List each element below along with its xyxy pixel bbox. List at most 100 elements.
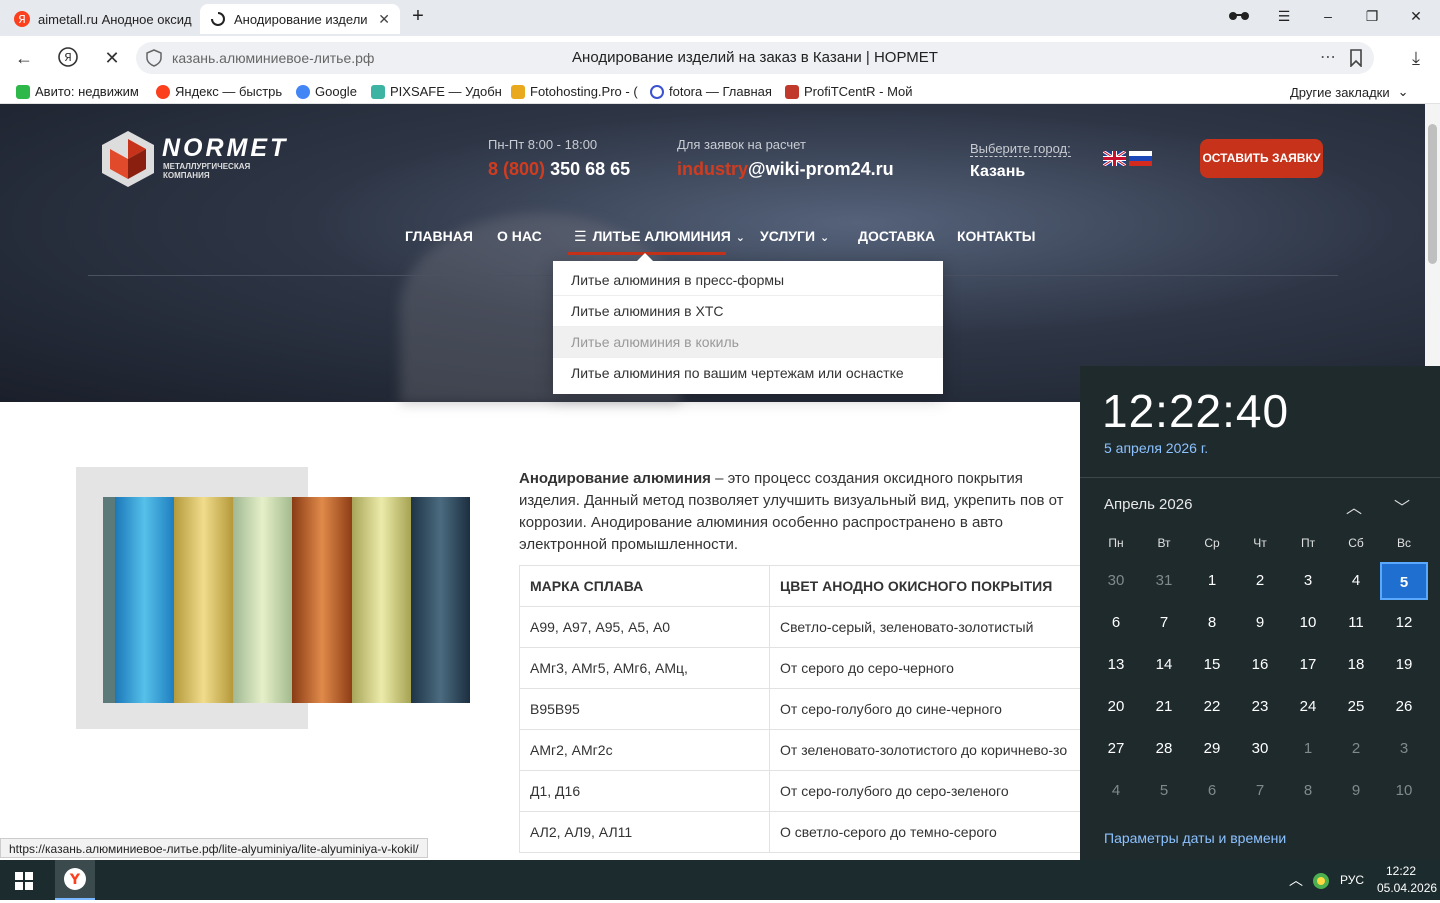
calendar-day[interactable]: 11 <box>1332 604 1380 642</box>
uk-flag-icon[interactable] <box>1102 149 1127 171</box>
calendar-day[interactable]: 23 <box>1236 688 1284 726</box>
calendar-day[interactable]: 19 <box>1380 646 1428 684</box>
calendar-day[interactable]: 14 <box>1140 646 1188 684</box>
calendar-day[interactable]: 25 <box>1332 688 1380 726</box>
nav-contacts[interactable]: КОНТАКТЫ <box>957 228 1035 244</box>
calendar-day[interactable]: 29 <box>1188 730 1236 768</box>
windows-start-icon[interactable] <box>15 872 33 895</box>
calendar-day[interactable]: 7 <box>1140 604 1188 642</box>
bookmark-profitcentr[interactable]: ProfiTCentR - Мой <box>785 84 913 99</box>
nav-services[interactable]: УСЛУГИ ⌄ <box>760 228 829 244</box>
bookmark-fotora[interactable]: fotora — Главная <box>650 84 772 99</box>
yandex-favicon-icon: Я <box>14 11 30 27</box>
calendar-day[interactable]: 20 <box>1092 688 1140 726</box>
dropdown-item-kokil[interactable]: Литье алюминия в кокиль <box>553 327 943 358</box>
bookmark-icon[interactable] <box>1349 49 1363 72</box>
calendar-day[interactable]: 27 <box>1092 730 1140 768</box>
address-bar[interactable]: казань.алюминиевое-литье.рф Анодирование… <box>136 42 1374 74</box>
nav-delivery[interactable]: ДОСТАВКА <box>858 228 935 244</box>
calendar-day[interactable]: 24 <box>1284 688 1332 726</box>
dropdown-item-press-molds[interactable]: Литье алюминия в пресс-формы <box>553 265 943 296</box>
language-indicator[interactable]: РУС <box>1340 873 1364 887</box>
incognito-glasses-icon[interactable] <box>1228 8 1249 24</box>
bookmark-avito[interactable]: Авито: недвижим <box>16 84 139 99</box>
bookmark-yandex[interactable]: Яндекс — быстрь <box>156 84 282 99</box>
clock-date-link[interactable]: 5 апреля 2026 г. <box>1104 440 1208 456</box>
city-label[interactable]: Выберите город: <box>970 141 1071 157</box>
close-window-icon[interactable]: ✕ <box>1406 8 1426 25</box>
normet-logo-icon[interactable] <box>102 131 154 192</box>
bookmark-google[interactable]: Google <box>296 84 357 99</box>
email-link[interactable]: industry@wiki-prom24.ru <box>677 159 894 180</box>
calendar-day[interactable]: 1 <box>1188 562 1236 600</box>
bookmark-fotohosting[interactable]: Fotohosting.Pro - ( <box>511 84 638 99</box>
menu-icon[interactable]: ☰ <box>1274 8 1294 25</box>
calendar-day[interactable]: 9 <box>1332 772 1380 810</box>
calendar-day[interactable]: 7 <box>1236 772 1284 810</box>
calendar-day[interactable]: 12 <box>1380 604 1428 642</box>
calendar-day[interactable]: 18 <box>1332 646 1380 684</box>
nav-aluminum-casting[interactable]: ☰ ЛИТЬЕ АЛЮМИНИЯ ⌄ <box>574 228 745 245</box>
calendar-day[interactable]: 3 <box>1284 562 1332 600</box>
calendar-month[interactable]: Апрель 2026 <box>1104 496 1192 513</box>
status-bar-url: https://казань.алюминиевое-литье.рф/lite… <box>0 838 428 858</box>
chevron-down-icon[interactable]: ﹀ <box>1394 494 1410 518</box>
nav-home[interactable]: ГЛАВНАЯ <box>405 228 473 244</box>
calendar-day[interactable]: 5 <box>1140 772 1188 810</box>
calendar-day[interactable]: 30 <box>1236 730 1284 768</box>
yandex-home-icon[interactable]: Я <box>56 46 80 70</box>
calendar-day[interactable]: 15 <box>1188 646 1236 684</box>
phone-number[interactable]: 8 (800) 350 68 65 <box>488 159 630 180</box>
network-globe-icon[interactable] <box>1312 872 1330 895</box>
bookmark-pixsafe[interactable]: PIXSAFE — Удобн <box>371 84 502 99</box>
calendar-day[interactable]: 28 <box>1140 730 1188 768</box>
calendar-day[interactable]: 30 <box>1092 562 1140 600</box>
alloy-color-table: МАРКА СПЛАВА ЦВЕТ АНОДНО ОКИСНОГО ПОКРЫТ… <box>519 565 1080 853</box>
calendar-day[interactable]: 9 <box>1236 604 1284 642</box>
calendar-day[interactable]: 16 <box>1236 646 1284 684</box>
taskbar-clock[interactable]: 12:22 05.04.2026 <box>1377 864 1437 895</box>
calendar-day[interactable]: 6 <box>1188 772 1236 810</box>
calendar-day[interactable]: 2 <box>1236 562 1284 600</box>
other-bookmarks[interactable]: Другие закладки ⌄ <box>1290 84 1409 100</box>
calendar-day-today[interactable]: 5 <box>1380 562 1428 600</box>
download-icon[interactable]: ⤓ <box>1404 46 1428 70</box>
new-tab-icon[interactable]: + <box>408 5 428 28</box>
calendar-day[interactable]: 4 <box>1092 772 1140 810</box>
restore-icon[interactable]: ❐ <box>1362 8 1382 25</box>
calendar-day[interactable]: 21 <box>1140 688 1188 726</box>
calendar-day[interactable]: 26 <box>1380 688 1428 726</box>
tab-label: aimetall.ru Анодное оксид <box>38 11 192 27</box>
dropdown-item-drawings[interactable]: Литье алюминия по вашим чертежам или осн… <box>553 358 943 389</box>
nav-about[interactable]: О НАС <box>497 228 542 244</box>
tab-aimetall[interactable]: Я aimetall.ru Анодное оксид <box>4 4 196 34</box>
close-tab-icon[interactable]: ✕ <box>372 11 390 28</box>
calendar-day[interactable]: 3 <box>1380 730 1428 768</box>
calendar-day[interactable]: 1 <box>1284 730 1332 768</box>
scrollbar-thumb[interactable] <box>1428 124 1437 264</box>
leave-request-button[interactable]: ОСТАВИТЬ ЗАЯВКУ <box>1200 139 1323 178</box>
calendar-day[interactable]: 13 <box>1092 646 1140 684</box>
calendar-day[interactable]: 10 <box>1380 772 1428 810</box>
calendar-day[interactable]: 22 <box>1188 688 1236 726</box>
tray-chevron-up-icon[interactable]: ︿ <box>1289 870 1303 890</box>
calendar-day[interactable]: 4 <box>1332 562 1380 600</box>
calendar-day[interactable]: 6 <box>1092 604 1140 642</box>
calendar-day[interactable]: 31 <box>1140 562 1188 600</box>
back-arrow-icon[interactable]: ← <box>12 46 36 70</box>
tab-anodizing[interactable]: Анодирование издели ✕ <box>200 4 400 34</box>
date-time-settings-link[interactable]: Параметры даты и времени <box>1104 830 1286 846</box>
minimize-icon[interactable]: – <box>1318 8 1338 24</box>
more-dots-icon[interactable]: ⋯ <box>1320 47 1336 67</box>
calendar-day[interactable]: 8 <box>1188 604 1236 642</box>
russia-flag-icon[interactable] <box>1129 151 1152 171</box>
stop-loading-icon[interactable]: ✕ <box>100 46 124 70</box>
chevron-up-icon[interactable]: ︿ <box>1346 494 1362 518</box>
calendar-day[interactable]: 8 <box>1284 772 1332 810</box>
table-header: МАРКА СПЛАВА ЦВЕТ АНОДНО ОКИСНОГО ПОКРЫТ… <box>519 565 1080 607</box>
calendar-day[interactable]: 2 <box>1332 730 1380 768</box>
dropdown-item-hts[interactable]: Литье алюминия в ХТС <box>553 296 943 327</box>
yandex-browser-taskbar-button[interactable]: Y <box>55 860 95 900</box>
calendar-day[interactable]: 10 <box>1284 604 1332 642</box>
calendar-day[interactable]: 17 <box>1284 646 1332 684</box>
